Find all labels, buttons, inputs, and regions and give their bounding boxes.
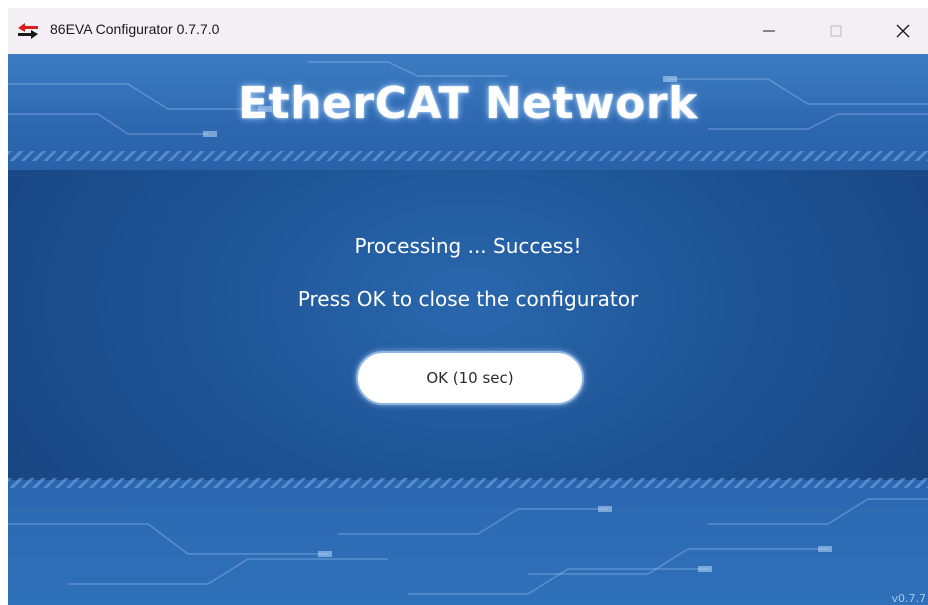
instruction-message: Press OK to close the configurator xyxy=(297,287,639,311)
ok-button[interactable]: OK (10 sec) xyxy=(356,351,584,405)
circuit-pattern-background xyxy=(8,61,928,595)
app-window: 86EVA Configurator 0.7.7.0 EtherCAT Netw… xyxy=(8,8,928,605)
page-title: EtherCAT Network xyxy=(238,78,698,129)
window-title: 86EVA Configurator 0.7.7.0 xyxy=(50,21,220,37)
maximize-button[interactable] xyxy=(813,8,859,54)
close-button[interactable] xyxy=(880,8,926,54)
minimize-button[interactable] xyxy=(746,8,792,54)
title-bar[interactable]: 86EVA Configurator 0.7.7.0 xyxy=(8,8,928,54)
maximize-icon xyxy=(830,25,842,37)
status-message: Processing ... Success! xyxy=(354,234,582,258)
app-logo-icon xyxy=(18,23,38,39)
version-label: v0.7.7 xyxy=(891,592,927,605)
close-icon xyxy=(896,24,910,38)
minimize-icon xyxy=(763,30,775,32)
main-content: EtherCAT Network Processing ... Success!… xyxy=(8,54,928,605)
